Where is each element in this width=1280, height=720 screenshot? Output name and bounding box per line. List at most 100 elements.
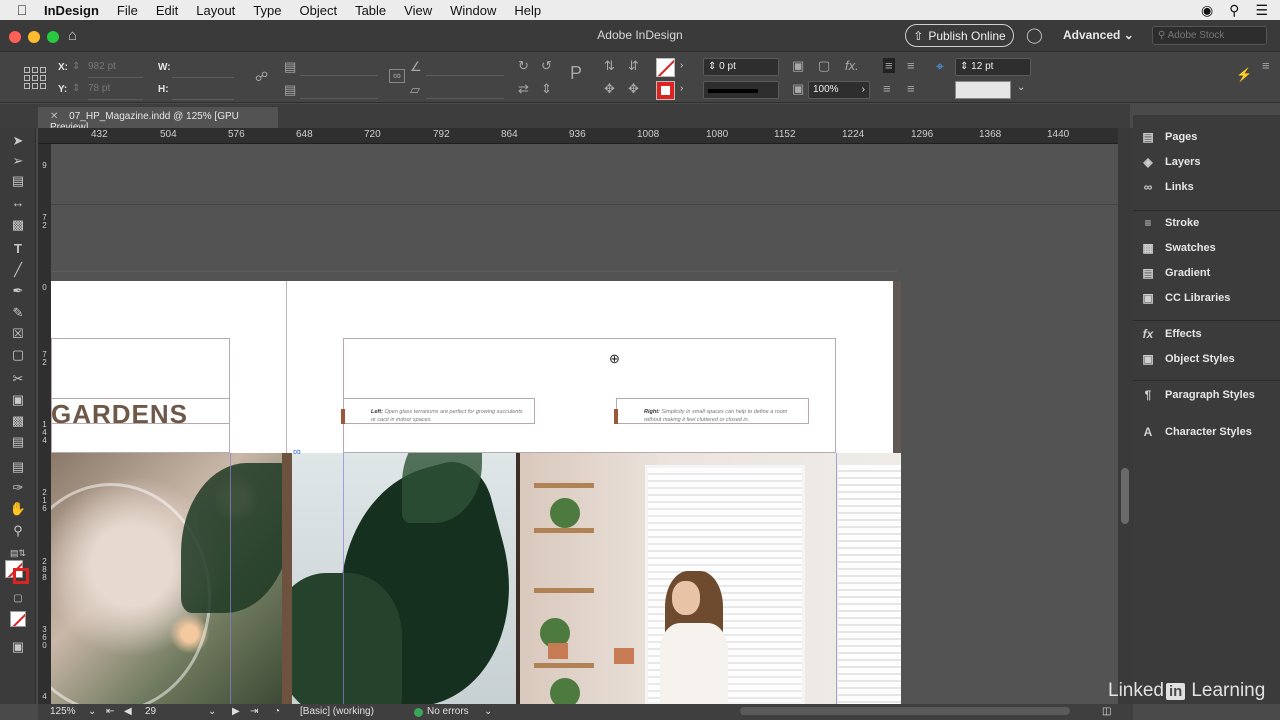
h-field[interactable]	[172, 83, 234, 100]
horizontal-ruler[interactable]: 432 504 576 648 720 792 864 936 1008 108…	[38, 128, 1118, 144]
panel-links[interactable]: ∞ Links	[1140, 177, 1194, 197]
fill-stroke-proxy-icon[interactable]	[5, 560, 31, 586]
text-wrap-dropdown-icon[interactable]: ⌄	[1017, 82, 1025, 93]
rotate-ccw-icon[interactable]: ↺	[541, 58, 552, 74]
align-bottom-icon[interactable]: ≡	[907, 81, 915, 96]
y-field[interactable]: 78 pt	[88, 83, 143, 100]
formatting-affects-container-icon[interactable]: ▢ T	[9, 590, 27, 622]
auto-size-icon[interactable]: ⌖	[936, 58, 944, 75]
menu-window[interactable]: Window	[450, 3, 496, 18]
publish-online-button[interactable]: ⇧ Publish Online	[905, 24, 1014, 47]
gradient-swatch-tool-icon[interactable]: ▩	[9, 412, 27, 430]
caption-left[interactable]: Left: Open glass terrariums are perfect …	[371, 408, 529, 424]
scale-y-field[interactable]	[300, 82, 378, 99]
menu-help[interactable]: Help	[514, 3, 541, 18]
align-center-icon[interactable]: ≡	[907, 58, 915, 73]
close-tab-icon[interactable]: ✕	[50, 111, 58, 122]
next-page-icon[interactable]: ▶	[232, 706, 240, 717]
pen-tool-icon[interactable]: ✒	[9, 282, 27, 300]
page-dropdown-icon[interactable]: ⌄	[208, 706, 216, 717]
pencil-tool-icon[interactable]: ✎	[9, 304, 27, 322]
first-page-icon[interactable]: ⇤	[106, 706, 114, 717]
spread-heading[interactable]: GARDENS	[51, 399, 188, 430]
column-guide[interactable]	[343, 453, 344, 704]
menu-edit[interactable]: Edit	[156, 3, 178, 18]
zoom-window-button[interactable]	[47, 31, 59, 43]
monstera-photo[interactable]	[292, 453, 516, 704]
adobe-stock-search[interactable]: ⚲ Adobe Stock	[1152, 26, 1267, 45]
hand-tool-icon[interactable]: ✋	[9, 500, 27, 518]
quick-actions-icon[interactable]: ⚡	[1236, 67, 1252, 83]
menu-type[interactable]: Type	[253, 3, 281, 18]
link-scale-icon[interactable]: ∞	[389, 69, 405, 83]
x-field[interactable]: 982 pt	[88, 61, 143, 78]
open-document-icon[interactable]: ◔	[274, 706, 280, 717]
heading-text-frame[interactable]	[51, 338, 230, 453]
zoom-tool-icon[interactable]: ⚲	[9, 522, 27, 540]
fx-icon[interactable]: fx.	[845, 58, 859, 73]
type-tool-icon[interactable]: T	[9, 240, 27, 258]
zoom-level[interactable]: 125%	[50, 706, 76, 717]
path-type-icon[interactable]: P	[570, 63, 582, 84]
constrain-proportions-icon[interactable]: ☍	[255, 69, 268, 85]
page-tool-icon[interactable]: ▤	[9, 172, 27, 190]
column-guide[interactable]	[230, 453, 231, 704]
previous-page-icon[interactable]: ◀	[124, 706, 132, 717]
panel-cc-libraries[interactable]: ▣ CC Libraries	[1140, 288, 1230, 308]
panel-stroke[interactable]: ≡ Stroke	[1140, 213, 1199, 233]
vertical-scroll-thumb[interactable]	[1121, 468, 1129, 524]
text-wrap-preview[interactable]	[955, 81, 1011, 99]
stroke-type-dropdown[interactable]	[703, 81, 779, 99]
panel-paragraph-styles[interactable]: ¶ Paragraph Styles	[1140, 385, 1255, 405]
vertical-scrollbar[interactable]	[1118, 128, 1133, 704]
rotate-field[interactable]	[426, 59, 504, 76]
shear-field[interactable]	[426, 82, 504, 99]
page-number[interactable]: 29	[145, 706, 156, 717]
panel-swatches[interactable]: ▦ Swatches	[1140, 238, 1215, 258]
zoom-dropdown-icon[interactable]: ⌄	[88, 706, 96, 717]
column-guide[interactable]	[836, 453, 837, 704]
panel-character-styles[interactable]: A Character Styles	[1140, 422, 1252, 442]
minimize-window-button[interactable]	[28, 31, 40, 43]
drop-shadow-icon[interactable]: ▢	[818, 58, 830, 74]
select-content-icon[interactable]: ✥	[628, 81, 639, 97]
scale-x-field[interactable]	[300, 59, 378, 76]
frame-fitting-icon[interactable]: ▣	[792, 58, 804, 74]
style-state[interactable]: [Basic] (working)	[300, 706, 374, 717]
stroke-swatch[interactable]	[656, 81, 675, 100]
menu-table[interactable]: Table	[355, 3, 386, 18]
lightbulb-icon[interactable]: ◯	[1026, 26, 1043, 44]
align-justify-icon[interactable]: ≡	[883, 81, 891, 96]
panel-gradient[interactable]: ▤ Gradient	[1140, 263, 1210, 283]
link-chain-icon[interactable]: ∞	[293, 446, 301, 458]
split-view-icon[interactable]: ◫	[1102, 706, 1111, 717]
flip-vertical-icon[interactable]: ⇕	[541, 81, 552, 97]
rotate-cw-icon[interactable]: ↻	[518, 58, 529, 74]
last-page-icon[interactable]: ⇥	[250, 706, 258, 717]
select-container-icon[interactable]: ⇵	[628, 58, 639, 74]
home-icon[interactable]: ⌂	[68, 27, 77, 44]
close-window-button[interactable]	[9, 31, 21, 43]
menu-layout[interactable]: Layout	[196, 3, 235, 18]
stroke-arrow-icon[interactable]: ›	[680, 83, 683, 94]
opacity-field[interactable]: 100% ›	[808, 81, 870, 99]
fill-swatch[interactable]	[656, 58, 675, 77]
horizontal-scroll-thumb[interactable]	[740, 707, 1070, 715]
free-transform-tool-icon[interactable]: ▣	[9, 391, 27, 409]
gap-tool-icon[interactable]: ↔	[9, 194, 27, 212]
stroke-weight-field[interactable]: ⇕ 0 pt	[703, 58, 779, 76]
menu-list-icon[interactable]: ☰	[1255, 2, 1268, 19]
panel-effects[interactable]: fx Effects	[1140, 324, 1202, 344]
preflight-status[interactable]: No errors	[427, 706, 469, 717]
panel-menu-icon[interactable]: ≡	[1262, 58, 1270, 73]
gradient-feather-tool-icon[interactable]: ▤	[9, 433, 27, 451]
selection-tool-icon[interactable]: ➤	[9, 132, 27, 150]
woman-with-plants-photo[interactable]	[516, 453, 901, 704]
gutter-field[interactable]: ⇕ 12 pt	[955, 58, 1031, 76]
apple-icon[interactable]: 	[0, 2, 44, 18]
caption-right[interactable]: Right: Simplicity in small spaces can he…	[644, 408, 802, 424]
line-tool-icon[interactable]: ╱	[9, 261, 27, 279]
note-tool-icon[interactable]: ▤	[9, 458, 27, 476]
caption-group-frame[interactable]	[343, 338, 836, 453]
reference-point-icon[interactable]	[24, 67, 46, 89]
